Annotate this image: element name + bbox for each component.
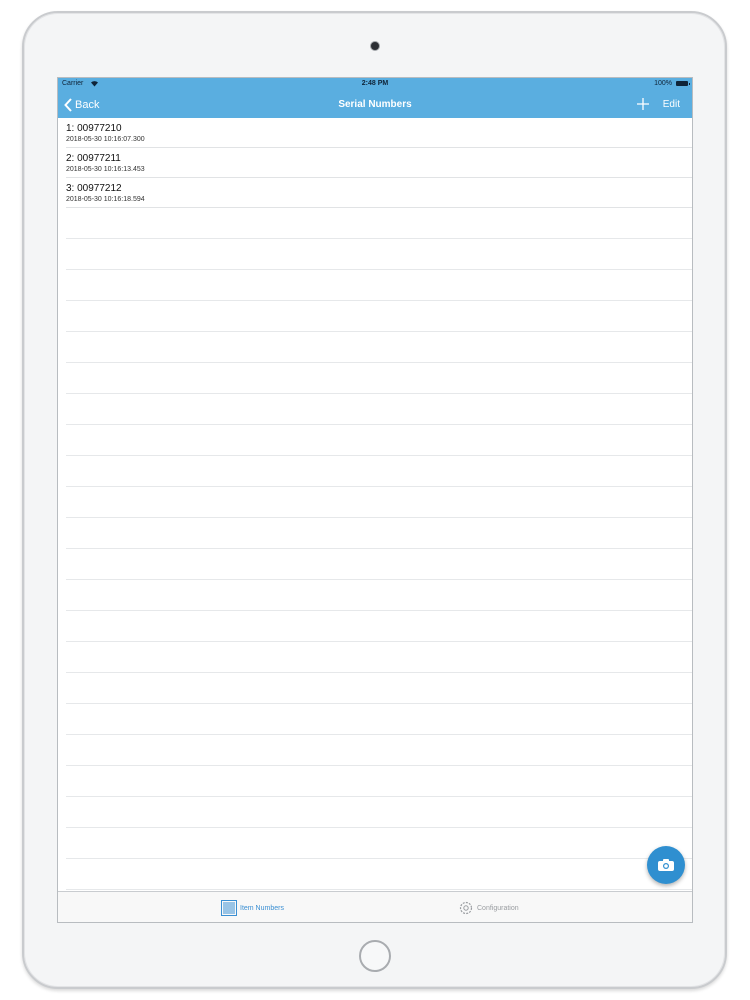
empty-row xyxy=(66,394,692,425)
empty-row xyxy=(66,642,692,673)
serial-timestamp: 2018-05-30 10:16:18.594 xyxy=(66,196,145,203)
front-camera xyxy=(370,41,380,51)
empty-row xyxy=(66,673,692,704)
empty-rows xyxy=(58,208,692,890)
list-item[interactable]: 2: 00977211 2018-05-30 10:16:13.453 xyxy=(66,148,692,178)
empty-row xyxy=(66,456,692,487)
tab-configuration[interactable]: Configuration xyxy=(458,899,519,917)
empty-row xyxy=(66,859,692,890)
list-item[interactable]: 1: 00977210 2018-05-30 10:16:07.300 xyxy=(66,118,692,148)
empty-row xyxy=(66,580,692,611)
plus-icon[interactable] xyxy=(636,97,650,111)
camera-button[interactable] xyxy=(647,846,685,884)
empty-row xyxy=(66,735,692,766)
empty-row xyxy=(66,549,692,580)
empty-row xyxy=(66,208,692,239)
serial-number: 3: 00977212 xyxy=(66,183,122,194)
status-time: 2:48 PM xyxy=(361,80,389,87)
empty-row xyxy=(66,611,692,642)
tab-configuration-label: Configuration xyxy=(477,904,519,912)
tab-bar: Item Numbers Configuration xyxy=(58,891,692,922)
tab-item-numbers[interactable]: Item Numbers xyxy=(221,899,284,917)
serial-timestamp: 2018-05-30 10:16:07.300 xyxy=(66,136,145,143)
navigation-bar: Back Serial Numbers Edit xyxy=(58,91,692,118)
empty-row xyxy=(66,363,692,394)
page-title: Serial Numbers xyxy=(338,99,412,110)
camera-icon xyxy=(658,859,674,871)
empty-row xyxy=(66,797,692,828)
empty-row xyxy=(66,704,692,735)
app-screen: Carrier 2:48 PM 100% Back Serial Numbers… xyxy=(57,77,693,923)
serial-timestamp: 2018-05-30 10:16:13.453 xyxy=(66,166,145,173)
edit-button[interactable]: Edit xyxy=(663,99,680,110)
empty-row xyxy=(66,518,692,549)
gear-icon xyxy=(459,901,473,915)
barcode-icon xyxy=(221,900,237,916)
empty-row xyxy=(66,270,692,301)
serial-number: 2: 00977211 xyxy=(66,153,121,164)
empty-row xyxy=(66,828,692,859)
empty-row xyxy=(66,487,692,518)
list-item[interactable]: 3: 00977212 2018-05-30 10:16:18.594 xyxy=(66,178,692,208)
empty-row xyxy=(66,425,692,456)
empty-row xyxy=(66,332,692,363)
serial-number: 1: 00977210 xyxy=(66,123,122,134)
battery-icon xyxy=(676,81,690,86)
empty-row xyxy=(66,239,692,270)
serial-list: 1: 00977210 2018-05-30 10:16:07.300 2: 0… xyxy=(58,118,692,890)
tab-item-numbers-label: Item Numbers xyxy=(240,904,284,912)
empty-row xyxy=(66,766,692,797)
home-button[interactable] xyxy=(359,940,391,972)
battery-percent: 100% xyxy=(654,80,672,87)
status-bar: Carrier 2:48 PM 100% xyxy=(58,78,692,91)
empty-row xyxy=(66,301,692,332)
